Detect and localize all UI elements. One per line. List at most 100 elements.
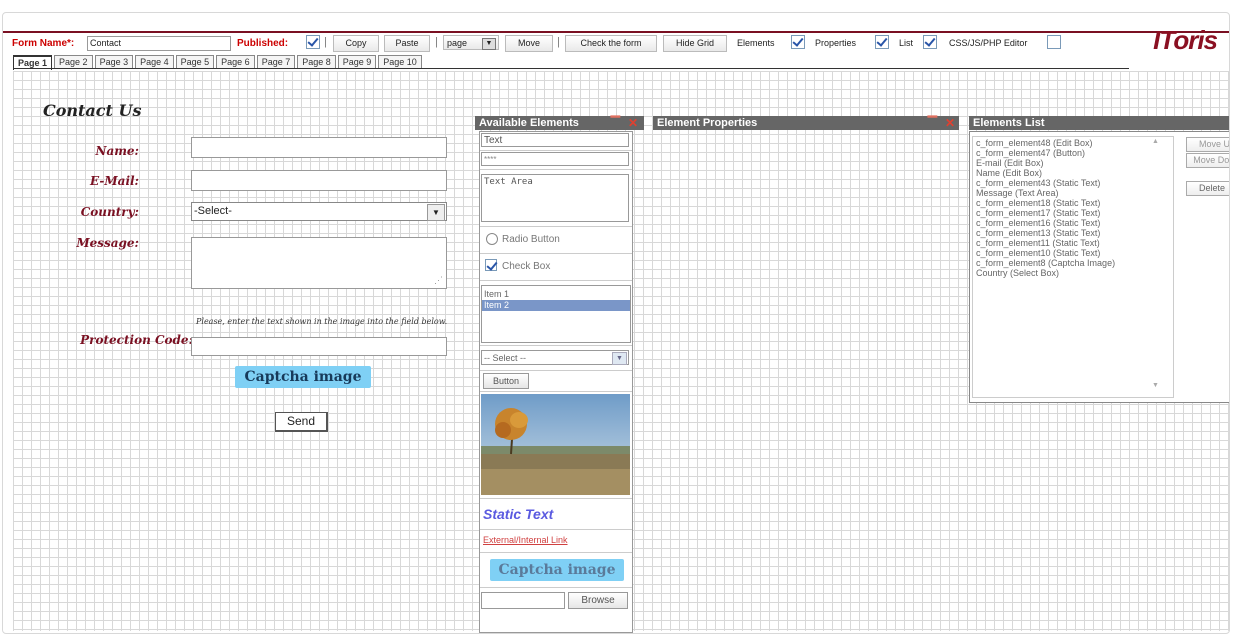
available-elements-header[interactable]: Available Elements ▔ ✕	[475, 116, 644, 130]
list-label: List	[899, 38, 914, 48]
landscape-image	[481, 394, 630, 495]
tab-page-5[interactable]: Page 5	[175, 55, 215, 69]
available-static-text-item[interactable]: Static Text	[480, 499, 632, 530]
move-up-button[interactable]: Move Up	[1186, 137, 1229, 152]
available-password-item[interactable]: ****	[480, 151, 632, 170]
tab-page-3[interactable]: Page 3	[94, 55, 134, 69]
check-form-button[interactable]: Check the form	[565, 35, 657, 52]
message-textarea[interactable]: ⋰	[191, 237, 447, 289]
country-select-value: -Select-	[194, 205, 232, 217]
browse-button: Browse	[568, 592, 628, 609]
tab-page-10[interactable]: Page 10	[378, 55, 422, 69]
properties-checkbox[interactable]	[875, 35, 889, 49]
checkbox-icon	[485, 259, 497, 271]
available-link-item[interactable]: External/Internal Link	[480, 530, 632, 553]
chevron-down-icon: ▼	[427, 204, 445, 221]
element-properties-title: Element Properties	[657, 117, 758, 129]
list-item[interactable]: c_form_element10 (Static Text)	[976, 248, 1170, 258]
listbox-element-preview: Item 1 Item 2	[481, 285, 631, 343]
list-item[interactable]: c_form_element47 (Button)	[976, 148, 1170, 158]
chevron-down-icon: ▼	[612, 352, 627, 365]
element-properties-header[interactable]: Element Properties ▔ ✕	[653, 116, 959, 130]
file-path-field	[481, 592, 565, 609]
close-icon[interactable]: ✕	[628, 116, 638, 130]
page-select[interactable]: page ▼	[443, 35, 499, 50]
link-preview: External/Internal Link	[483, 535, 568, 545]
tab-page-4[interactable]: Page 4	[135, 55, 174, 69]
select-element-value: -- Select --	[484, 353, 527, 363]
paste-button[interactable]: Paste	[384, 35, 430, 52]
name-field[interactable]	[191, 137, 447, 158]
protection-code-field[interactable]	[191, 337, 447, 356]
checkbox-element-label: Check Box	[502, 261, 551, 272]
list-item[interactable]: c_form_element11 (Static Text)	[976, 238, 1170, 248]
close-icon[interactable]: ✕	[945, 116, 955, 130]
resize-grip-icon: ⋰	[434, 275, 443, 285]
available-textarea-item[interactable]: Text Area	[480, 170, 632, 227]
available-file-item[interactable]: Browse	[480, 588, 632, 610]
available-button-item[interactable]: Button	[480, 371, 632, 392]
css-editor-label: CSS/JS/PHP Editor	[949, 38, 1028, 48]
scroll-up-icon[interactable]: ▲	[1152, 138, 1159, 145]
captcha-preview: Captcha image	[490, 559, 624, 581]
available-text-item[interactable]: Text	[480, 132, 632, 151]
list-checkbox[interactable]	[923, 35, 937, 49]
list-item[interactable]: c_form_element8 (Captcha Image)	[976, 258, 1170, 268]
css-editor-checkbox[interactable]	[1047, 35, 1061, 49]
password-element-preview: ****	[481, 152, 629, 166]
country-select[interactable]: -Select- ▼	[191, 202, 447, 221]
listbox-option: Item 1	[484, 289, 510, 299]
list-item[interactable]: c_form_element48 (Edit Box)	[976, 138, 1170, 148]
list-item[interactable]: Name (Edit Box)	[976, 168, 1170, 178]
move-down-button[interactable]: Move Down	[1186, 153, 1229, 168]
list-item[interactable]: c_form_element13 (Static Text)	[976, 228, 1170, 238]
form-canvas[interactable]: Contact Us Name: E-Mail: Country: -Selec…	[13, 71, 1229, 633]
textarea-element-preview: Text Area	[481, 174, 629, 222]
available-select-item[interactable]: -- Select -- ▼	[480, 346, 632, 371]
published-checkbox[interactable]	[306, 35, 320, 49]
captcha-hint: Please, enter the text shown in the imag…	[196, 317, 448, 326]
minimize-icon[interactable]: ▔	[611, 116, 620, 130]
list-item[interactable]: Message (Text Area)	[976, 188, 1170, 198]
list-item[interactable]: E-mail (Edit Box)	[976, 158, 1170, 168]
chevron-down-icon: ▼	[482, 38, 496, 50]
move-button[interactable]: Move	[505, 35, 553, 52]
form-name-label: Form Name*:	[12, 38, 75, 49]
list-item[interactable]: c_form_element18 (Static Text)	[976, 198, 1170, 208]
available-radio-item[interactable]: Radio Button	[480, 227, 632, 254]
delete-button[interactable]: Delete	[1186, 181, 1229, 196]
tab-page-2[interactable]: Page 2	[54, 55, 93, 69]
tab-page-8[interactable]: Page 8	[297, 55, 336, 69]
elements-label: Elements	[737, 38, 775, 48]
elements-list-header[interactable]: Elements List	[969, 116, 1229, 130]
scroll-down-icon[interactable]: ▼	[1152, 382, 1159, 389]
available-elements-panel: Text **** Text Area Radio Button Check B…	[479, 131, 633, 633]
form-name-input[interactable]: Contact	[87, 36, 231, 51]
select-element-preview: -- Select -- ▼	[481, 350, 629, 365]
tab-page-6[interactable]: Page 6	[216, 55, 255, 69]
list-item[interactable]: Country (Select Box)	[976, 268, 1170, 278]
available-captcha-item[interactable]: Captcha image	[480, 553, 632, 588]
app-frame: Form Name*: Contact Published: | Copy Pa…	[2, 12, 1230, 634]
page-select-value: page	[447, 38, 468, 48]
copy-button[interactable]: Copy	[333, 35, 379, 52]
tab-page-9[interactable]: Page 9	[337, 55, 377, 69]
elements-checkbox[interactable]	[791, 35, 805, 49]
email-field[interactable]	[191, 170, 447, 191]
list-item[interactable]: c_form_element43 (Static Text)	[976, 178, 1170, 188]
minimize-icon[interactable]: ▔	[928, 116, 937, 130]
captcha-image: Captcha image	[235, 366, 371, 388]
listbox-option-selected: Item 2	[482, 300, 630, 311]
tab-page-7[interactable]: Page 7	[256, 55, 296, 69]
available-checkbox-item[interactable]: Check Box	[480, 254, 632, 281]
list-item[interactable]: c_form_element16 (Static Text)	[976, 218, 1170, 228]
send-button[interactable]: Send	[275, 412, 328, 432]
radio-icon	[486, 233, 498, 245]
available-list-item[interactable]: Item 1 Item 2	[480, 281, 632, 346]
available-image-item[interactable]	[480, 392, 632, 499]
name-label: Name:	[95, 144, 139, 158]
hide-grid-button[interactable]: Hide Grid	[663, 35, 727, 52]
elements-listbox[interactable]: c_form_element48 (Edit Box) c_form_eleme…	[972, 136, 1174, 398]
list-item[interactable]: c_form_element17 (Static Text)	[976, 208, 1170, 218]
text-element-preview: Text	[481, 133, 629, 147]
